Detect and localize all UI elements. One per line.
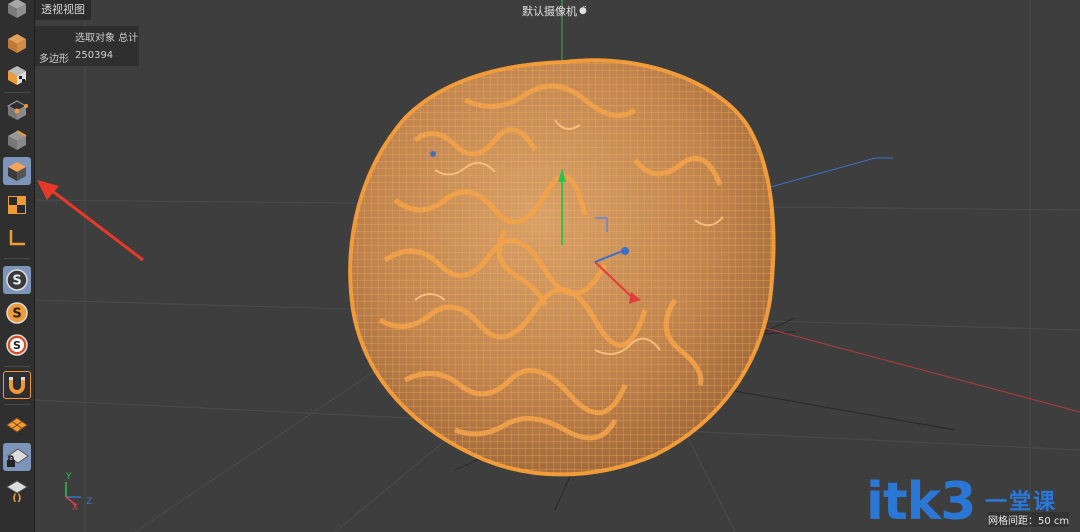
axis-mode-icon[interactable] xyxy=(3,224,31,252)
left-toolbar: S S S () xyxy=(0,0,35,532)
svg-text:S: S xyxy=(12,274,21,289)
axis-y-label: Y xyxy=(66,472,72,482)
workplane-icon[interactable] xyxy=(3,411,31,439)
snap-toggle-icon[interactable]: S xyxy=(3,331,31,359)
camera-label: 默认摄像机 xyxy=(522,5,577,18)
camera-selector[interactable]: 默认摄像机 ●̈ xyxy=(522,3,587,19)
world-x-axis xyxy=(734,319,1080,413)
uv-mode-icon[interactable] xyxy=(3,191,31,219)
svg-text:S: S xyxy=(13,339,21,352)
polygon-label: 多边形 xyxy=(39,54,69,65)
info-panel: 选取对象 总计 多边形 250394 xyxy=(35,26,139,66)
viewport-scene[interactable] xyxy=(34,0,1080,532)
grid-spacing: 网格间距：50 cm xyxy=(988,512,1070,527)
axis-x-label: X xyxy=(72,503,79,513)
model-mode-icon[interactable] xyxy=(3,29,31,57)
workplane-align-icon[interactable]: () xyxy=(3,476,31,504)
watermark-logo: itk3 xyxy=(866,472,976,532)
snap-icon[interactable]: S xyxy=(3,266,31,294)
view-axis-indicator xyxy=(65,482,81,506)
annotation-arrow xyxy=(37,180,144,262)
gizmo-z-handle xyxy=(621,247,629,255)
svg-text:(): () xyxy=(12,493,21,502)
polygon-count: 250394 xyxy=(75,50,114,61)
mesh-sphere[interactable] xyxy=(348,58,776,477)
3d-viewport[interactable] xyxy=(34,0,1080,532)
viewport-title[interactable]: 透视视图 xyxy=(35,0,91,20)
magnet-icon[interactable] xyxy=(3,371,31,399)
svg-text:S: S xyxy=(12,307,21,322)
view-mode-icon[interactable] xyxy=(3,0,31,22)
axis-z-label: Z xyxy=(86,497,93,507)
polygons-mode-icon[interactable] xyxy=(3,157,31,185)
texture-mode-icon[interactable] xyxy=(3,61,31,89)
snap-settings-icon[interactable]: S xyxy=(3,299,31,327)
points-mode-icon[interactable] xyxy=(3,96,31,124)
edges-mode-icon[interactable] xyxy=(3,126,31,154)
info-header: 选取对象 总计 xyxy=(75,33,139,44)
camera-dots-icon: ●̈ xyxy=(579,6,587,16)
lock-workplane-icon[interactable] xyxy=(3,443,31,471)
